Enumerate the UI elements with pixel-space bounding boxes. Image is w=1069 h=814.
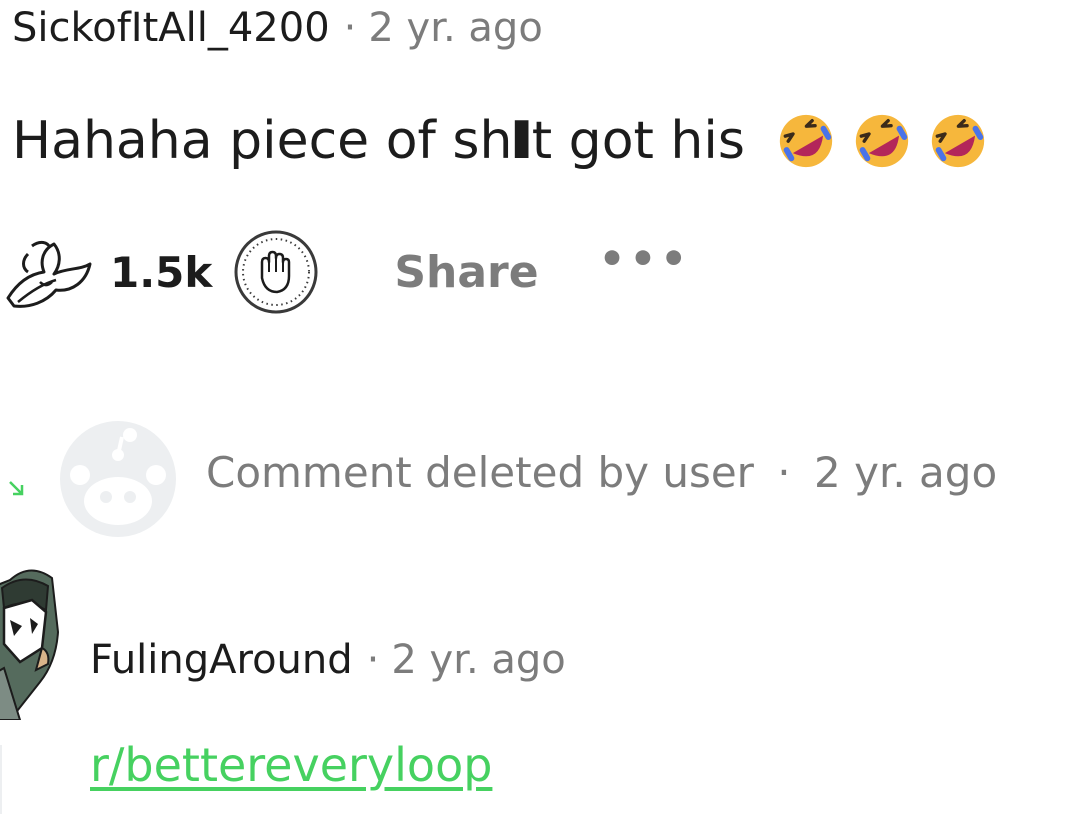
comment-text-part1: Hahaha piece of sh	[12, 111, 513, 171]
meta-separator: ·	[777, 448, 791, 497]
award-hand-icon[interactable]	[232, 228, 320, 316]
vote-count: 1.5k	[110, 247, 213, 297]
collapse-thread-arrow-icon[interactable]	[6, 478, 28, 500]
rolling-on-floor-laughing-emoji-icon	[779, 114, 833, 168]
meta-separator: ·	[366, 637, 380, 683]
comment-action-bar: 1.5k Share •••	[0, 222, 691, 322]
comment-body: Hahaha piece of sh I t got his	[12, 110, 989, 172]
user-avatar[interactable]	[0, 552, 64, 720]
deleted-comment-text: Comment deleted by user	[206, 448, 754, 497]
reply-author[interactable]: FulingAround	[90, 637, 353, 683]
default-snoo-avatar-icon	[60, 421, 176, 537]
share-button[interactable]: Share	[394, 247, 538, 298]
comment-text-part2: t got his	[531, 111, 745, 171]
rolling-on-floor-laughing-emoji-icon	[855, 114, 909, 168]
text-cursor: I	[508, 111, 536, 171]
reply-timestamp[interactable]: 2 yr. ago	[391, 637, 565, 683]
upvote-leaf-icon[interactable]	[0, 224, 96, 320]
deleted-comment-line: Comment deleted by user · 2 yr. ago	[206, 448, 997, 497]
comment-timestamp[interactable]: 2 yr. ago	[368, 5, 542, 51]
deleted-comment-timestamp[interactable]: 2 yr. ago	[814, 448, 997, 497]
comment-meta: SickofItAll_4200 · 2 yr. ago	[12, 0, 543, 56]
thread-line[interactable]	[0, 745, 2, 814]
subreddit-link[interactable]: r/bettereveryloop	[90, 738, 492, 792]
reply-meta: FulingAround · 2 yr. ago	[90, 632, 566, 688]
more-options-button[interactable]: •••	[599, 234, 692, 283]
comment-author[interactable]: SickofItAll_4200	[12, 5, 330, 51]
meta-separator: ·	[343, 5, 357, 51]
rolling-on-floor-laughing-emoji-icon	[931, 114, 985, 168]
